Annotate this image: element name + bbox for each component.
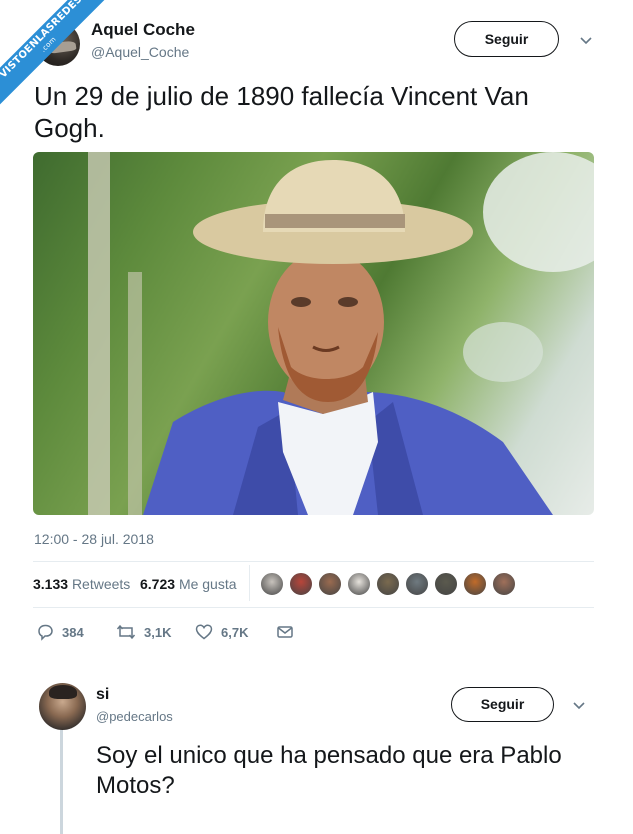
chevron-down-icon[interactable] [577,32,595,50]
liker-avatar[interactable] [434,572,458,596]
liker-avatar[interactable] [376,572,400,596]
stats-separator [249,565,250,601]
reply-author-avatar[interactable] [39,683,86,730]
watermark-line1: VISTOENLASREDES [0,0,85,81]
follow-button[interactable]: Seguir [454,21,559,57]
retweets-stat[interactable]: 3.133 Retweets [33,576,130,592]
reply-icon [38,624,53,641]
liker-avatar[interactable] [289,572,313,596]
reply-follow-button[interactable]: Seguir [451,687,554,722]
retweets-count: 3.133 [33,576,69,592]
reply-author-handle[interactable]: @pedecarlos [96,709,173,724]
retweet-count: 3,1K [144,624,172,640]
liker-avatar[interactable] [260,572,284,596]
reply-count: 384 [62,624,84,640]
message-action[interactable] [276,622,302,642]
reply-author-name[interactable]: si [96,686,109,704]
envelope-icon [277,626,293,638]
liker-avatar[interactable] [405,572,429,596]
likes-stat[interactable]: 6.723 Me gusta [140,576,237,592]
tweet-photo[interactable] [33,152,594,515]
reply-thread-line [60,730,63,834]
liker-avatar[interactable] [492,572,516,596]
reply-chevron-down-icon[interactable] [570,697,588,715]
liker-avatar[interactable] [318,572,342,596]
tweet-timestamp[interactable]: 12:00 - 28 jul. 2018 [34,531,154,547]
reply-text: Soy el unico que ha pensado que era Pabl… [96,742,562,799]
retweets-label: Retweets [71,576,131,592]
retweet-action[interactable]: 3,1K [116,622,171,642]
like-action[interactable]: 6,7K [195,622,248,642]
liker-avatar[interactable] [347,572,371,596]
heart-icon [195,624,213,640]
like-count: 6,7K [221,624,249,640]
watermark-text: VISTOENLASREDES .com [0,0,122,118]
photo-illustration [88,152,594,515]
watermark-ribbon: VISTOENLASREDES .com [0,0,130,130]
likes-label: Me gusta [178,576,237,592]
liker-avatar[interactable] [463,572,487,596]
retweet-icon [116,624,136,640]
divider-bottom [33,607,594,608]
divider-top [33,561,594,562]
likes-count: 6.723 [140,576,176,592]
reply-action[interactable]: 384 [36,622,84,642]
